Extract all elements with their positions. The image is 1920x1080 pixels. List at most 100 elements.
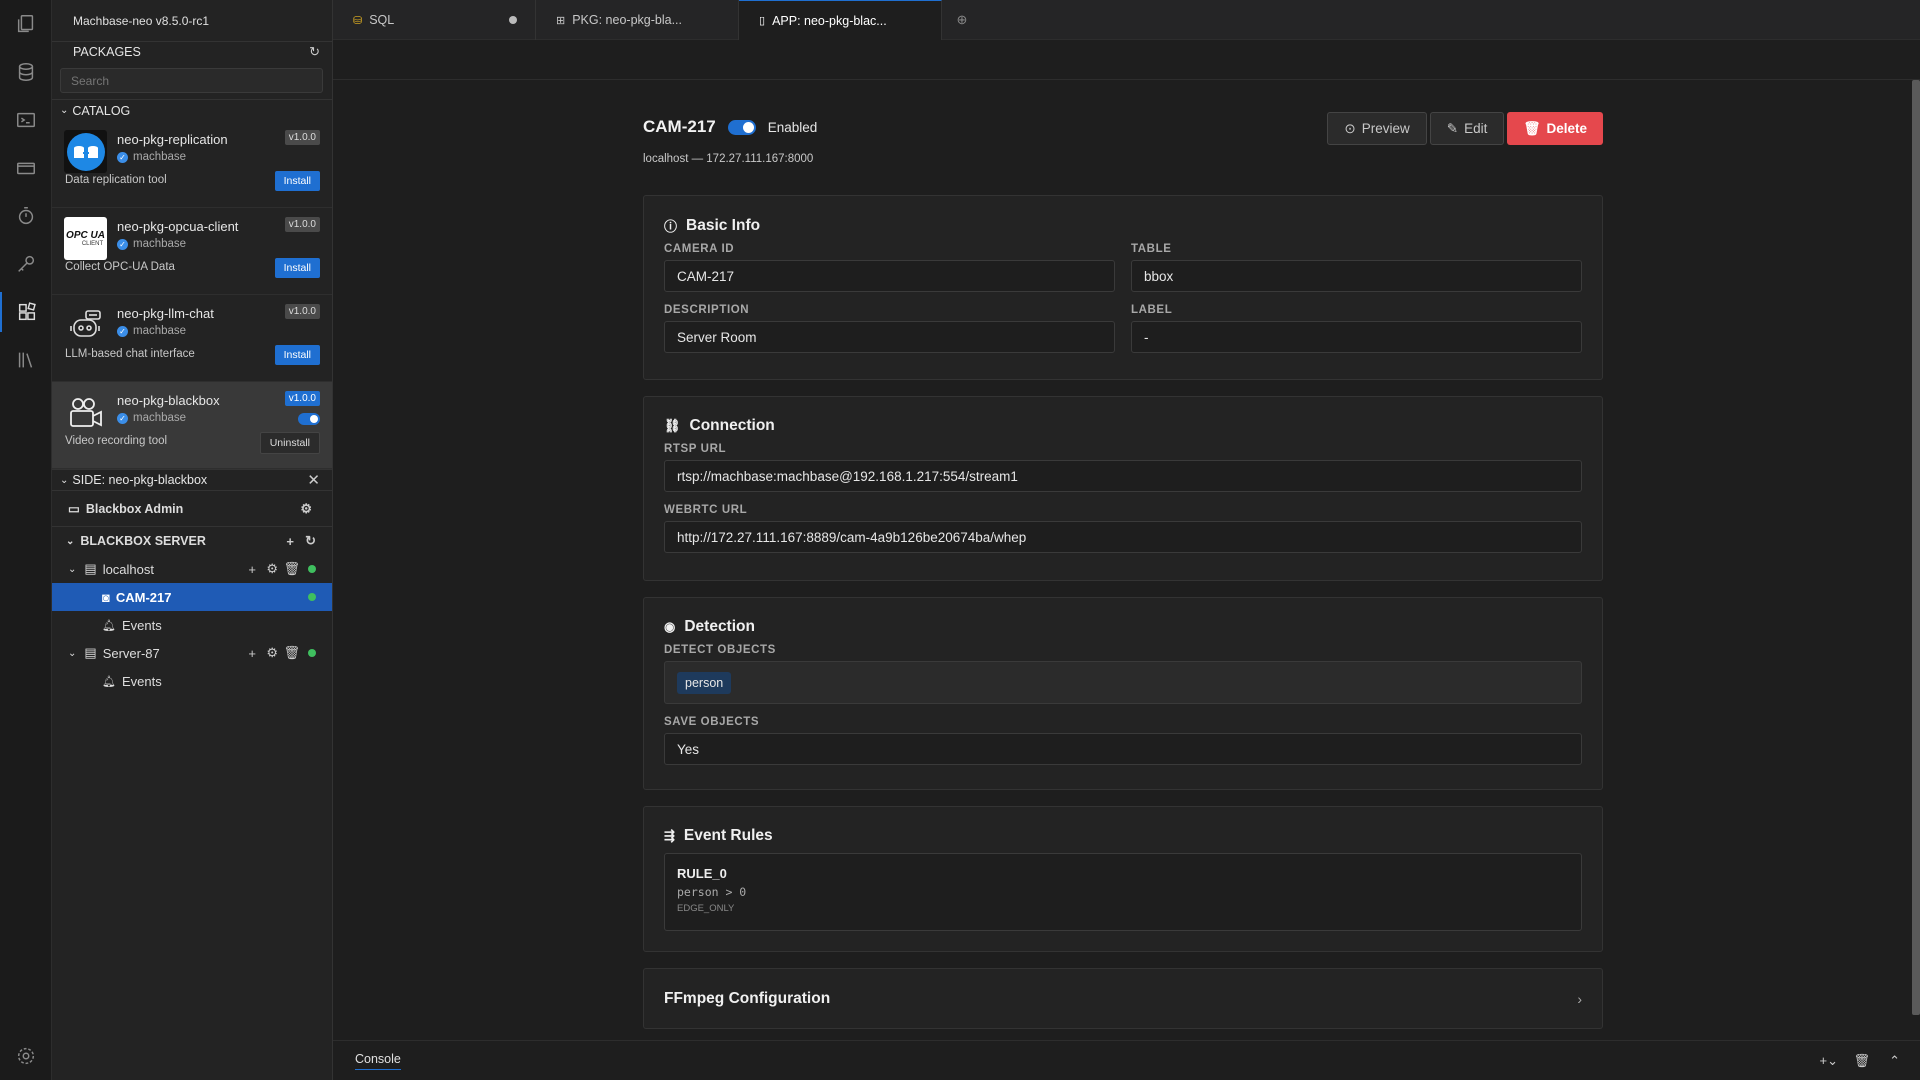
- events-row[interactable]: 🔔︎ Events: [52, 667, 332, 695]
- detect-objects-label: DETECT OBJECTS: [664, 644, 776, 656]
- events-row[interactable]: 🔔︎ Events: [52, 611, 332, 639]
- settings-gear-icon[interactable]: [0, 1036, 52, 1076]
- add-icon[interactable]: +: [248, 562, 256, 577]
- gear-icon[interactable]: ⚙: [266, 645, 278, 661]
- connection-header: ⛓ Connection: [664, 397, 1582, 435]
- package-item-llm-chat[interactable]: neo-pkg-llm-chat ✓ machbase v1.0.0 LLM-ba…: [52, 295, 332, 382]
- edit-button[interactable]: ✎ Edit: [1429, 112, 1505, 145]
- film-icon[interactable]: [0, 148, 52, 188]
- opcua-logo-icon: OPC UA CLIENT: [64, 217, 107, 260]
- blackbox-server-header[interactable]: ⌄ BLACKBOX SERVER + ↻: [52, 527, 332, 555]
- close-icon[interactable]: ✕: [307, 471, 320, 489]
- refresh-icon[interactable]: ↻: [305, 533, 316, 549]
- author-label: machbase: [133, 238, 187, 250]
- file-icon: ▯: [759, 15, 766, 27]
- camera-name: CAM-217: [115, 589, 172, 605]
- delete-button[interactable]: 🗑 Delete: [1507, 112, 1603, 145]
- tab-sql[interactable]: ⛁ SQL: [333, 0, 536, 40]
- uninstall-button[interactable]: Uninstall: [259, 432, 320, 454]
- rules-icon: ⇶: [664, 828, 675, 843]
- rule-name: RULE_0: [677, 866, 727, 881]
- package-item-blackbox[interactable]: neo-pkg-blackbox ✓ machbase v1.0.0 Video …: [52, 382, 332, 469]
- preview-button[interactable]: ⊙ Preview: [1327, 112, 1427, 145]
- package-name: neo-pkg-opcua-client: [117, 219, 239, 234]
- pencil-icon: ✎: [1446, 120, 1459, 136]
- save-objects-field: Yes: [664, 733, 1582, 765]
- chevron-up-icon[interactable]: ⌃: [1889, 1053, 1900, 1069]
- event-rules-title: Event Rules: [683, 827, 773, 844]
- delete-label: Delete: [1546, 121, 1587, 136]
- chevron-down-icon: ⌄: [68, 563, 77, 575]
- database-icon[interactable]: [0, 52, 52, 92]
- refresh-icon[interactable]: ↻: [309, 44, 320, 60]
- install-button[interactable]: Install: [274, 258, 320, 278]
- package-description: Collect OPC-UA Data: [65, 261, 175, 273]
- rtsp-url-label: RTSP URL: [664, 443, 727, 455]
- terminal-icon[interactable]: [0, 100, 52, 140]
- detection-title: Detection: [684, 618, 755, 635]
- status-dot: [308, 649, 316, 657]
- tab-label: PKG: neo-pkg-bla...: [572, 13, 682, 27]
- author-label: machbase: [133, 151, 187, 163]
- gear-icon[interactable]: ⚙: [266, 561, 278, 577]
- timer-icon[interactable]: [0, 196, 52, 236]
- side-header[interactable]: ⌄ SIDE: neo-pkg-blackbox ✕: [52, 469, 332, 491]
- chevron-down-icon: ⌄: [60, 105, 69, 116]
- package-enable-toggle[interactable]: [298, 413, 320, 425]
- enabled-toggle[interactable]: [727, 119, 756, 135]
- blackbox-admin-label: Blackbox Admin: [85, 501, 184, 516]
- package-item-opcua-client[interactable]: OPC UA CLIENT neo-pkg-opcua-client ✓ mach…: [52, 208, 332, 295]
- install-button[interactable]: Install: [274, 345, 320, 365]
- server-row-localhost[interactable]: ⌄ ▤ localhost + ⚙ 🗑: [52, 555, 332, 583]
- rule-item[interactable]: RULE_0 person > 0 EDGE_ONLY: [664, 853, 1582, 931]
- key-icon[interactable]: [0, 244, 52, 284]
- trash-icon[interactable]: 🗑: [283, 645, 300, 661]
- trash-icon[interactable]: 🗑: [283, 561, 300, 577]
- package-author: ✓ machbase: [117, 238, 186, 250]
- bell-icon: 🔔︎: [102, 619, 116, 632]
- blackbox-admin-row[interactable]: ▭ Blackbox Admin ⚙: [52, 491, 332, 527]
- server-row-server-87[interactable]: ⌄ ▤ Server-87 + ⚙ 🗑: [52, 639, 332, 667]
- ffmpeg-config-card[interactable]: FFmpeg Configuration ›: [643, 968, 1603, 1029]
- detection-header: ◉ Detection: [664, 598, 1582, 636]
- package-item-replication[interactable]: neo-pkg-replication ✓ machbase v1.0.0 Dat…: [52, 121, 332, 208]
- editor-toolbar: [333, 40, 1920, 80]
- chevron-right-icon: ›: [1577, 990, 1582, 1007]
- package-author: ✓ machbase: [117, 151, 186, 163]
- rtsp-url-field: rtsp://machbase:machbase@192.168.1.217:5…: [664, 460, 1582, 492]
- preview-label: Preview: [1361, 121, 1410, 136]
- rule-mode: EDGE_ONLY: [677, 903, 735, 914]
- table-label: TABLE: [1131, 243, 1172, 255]
- package-icon: ⊞: [556, 14, 566, 27]
- camera-row-cam-217[interactable]: ◙ CAM-217: [52, 583, 332, 611]
- detect-objects-field: person: [664, 661, 1582, 704]
- gear-icon[interactable]: ⚙: [300, 501, 312, 517]
- scrollbar[interactable]: [1912, 80, 1920, 1015]
- server-icon: ▤: [84, 561, 97, 576]
- chevron-down-icon: ⌄: [68, 647, 77, 659]
- camera-header: CAM-217 Enabled localhost — 172.27.111.1…: [643, 105, 1603, 165]
- add-console-icon[interactable]: +⌄: [1820, 1053, 1838, 1069]
- trash-icon[interactable]: 🗑: [1853, 1053, 1870, 1069]
- console-tab[interactable]: Console: [355, 1052, 401, 1070]
- tab-pkg[interactable]: ⊞ PKG: neo-pkg-bla...: [536, 0, 739, 40]
- camera-id-field: CAM-217: [664, 260, 1115, 292]
- packages-icon[interactable]: [0, 292, 52, 332]
- enabled-label: Enabled: [767, 119, 818, 135]
- verified-icon: ✓: [117, 151, 128, 163]
- packages-header: PACKAGES ↻: [52, 42, 332, 62]
- package-search-input[interactable]: [60, 68, 323, 93]
- add-tab-icon[interactable]: ⊕: [942, 0, 982, 39]
- library-icon[interactable]: [0, 340, 52, 380]
- catalog-header[interactable]: ⌄ CATALOG: [52, 99, 332, 121]
- package-author: ✓ machbase: [117, 325, 186, 337]
- unsaved-dot: [509, 16, 517, 24]
- add-icon[interactable]: +: [286, 534, 294, 549]
- files-icon[interactable]: [0, 4, 52, 44]
- package-name: neo-pkg-replication: [117, 132, 228, 147]
- version-badge: v1.0.0: [284, 391, 320, 406]
- install-button[interactable]: Install: [274, 171, 320, 191]
- add-icon[interactable]: +: [248, 646, 256, 661]
- tab-app[interactable]: ▯ APP: neo-pkg-blac...: [739, 0, 942, 40]
- connection-title: Connection: [689, 417, 775, 434]
